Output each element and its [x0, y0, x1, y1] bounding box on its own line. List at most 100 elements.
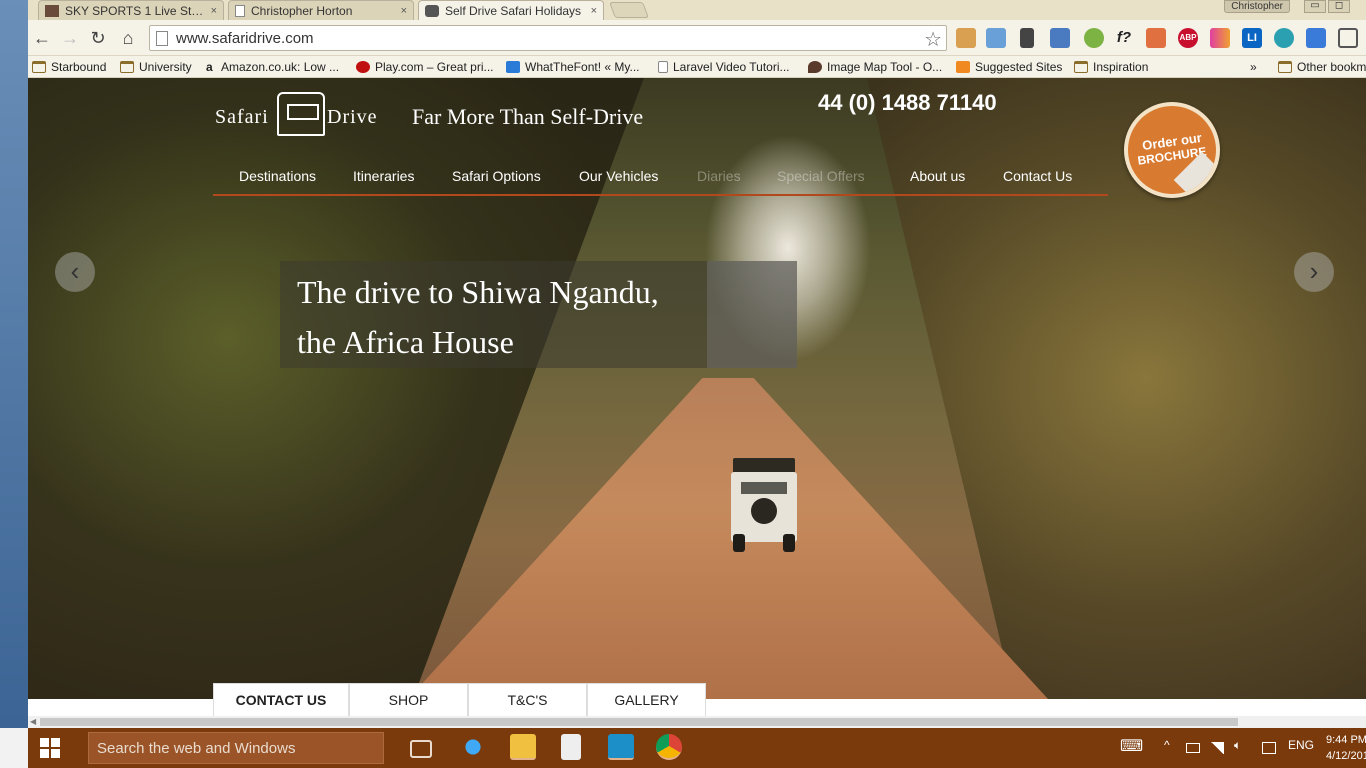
site-tagline: Far More Than Self-Drive [412, 104, 644, 129]
footer-tab-shop[interactable]: SHOP [349, 683, 468, 716]
more-bookmarks-button[interactable]: » [1250, 59, 1257, 75]
bookmark-laravel[interactable]: Laravel Video Tutori... [658, 59, 790, 75]
action-center-icon[interactable] [1262, 742, 1276, 754]
windows-logo-icon [40, 738, 49, 747]
main-navigation: Destinations Itineraries Safari Options … [213, 162, 1108, 196]
tab-safari-drive[interactable]: Self Drive Safari Holidays × [418, 0, 604, 20]
home-button[interactable]: ⌂ [116, 26, 140, 50]
slider-next-button[interactable]: › [1294, 252, 1334, 292]
folder-icon [120, 61, 134, 73]
file-explorer-icon[interactable] [510, 734, 536, 760]
whatfont-icon[interactable]: f? [1114, 28, 1134, 48]
caption-shade [707, 261, 797, 368]
nav-about-us[interactable]: About us [910, 168, 965, 184]
safari-drive-favicon-icon [425, 4, 439, 17]
phone-number[interactable]: 44 (0) 1488 71140 [818, 90, 997, 116]
nav-destinations[interactable]: Destinations [239, 168, 316, 184]
language-indicator[interactable]: ENG [1288, 738, 1314, 752]
scroll-left-icon[interactable]: ◀ [30, 717, 36, 726]
android-icon[interactable] [1084, 28, 1104, 48]
new-tab-button[interactable] [609, 2, 649, 18]
folder-icon [32, 61, 46, 73]
show-hidden-icons-chevron-icon[interactable]: ^ [1164, 738, 1170, 752]
window-icon[interactable] [1050, 28, 1070, 48]
taskbar-clock[interactable]: 9:44 PM 4/12/2015 [1326, 732, 1366, 764]
address-bar[interactable]: www.safaridrive.com ☆ [149, 25, 947, 51]
bookmark-suggested-sites[interactable]: Suggested Sites [956, 59, 1062, 75]
nav-our-vehicles[interactable]: Our Vehicles [579, 168, 658, 184]
touch-keyboard-icon[interactable]: ⌨ [1120, 736, 1143, 756]
hero-slider: Safari Drive Far More Than Self-Drive 44… [28, 78, 1366, 699]
site-logo[interactable]: Safari Drive [215, 90, 385, 140]
scrollbar-thumb[interactable] [40, 718, 1238, 726]
close-tab-icon[interactable]: × [401, 5, 407, 17]
forward-button[interactable]: → [58, 26, 82, 50]
bookmark-label: Image Map Tool - O... [827, 60, 943, 74]
back-button[interactable]: ← [30, 26, 54, 50]
bookmark-label: Starbound [51, 60, 107, 74]
tab-title: SKY SPORTS 1 Live Stream [65, 3, 205, 18]
bookmark-starbound[interactable]: Starbound [32, 59, 106, 75]
pocket-icon[interactable] [1146, 28, 1166, 48]
tab-sky-sports[interactable]: SKY SPORTS 1 Live Stream × [38, 0, 224, 20]
network-icon[interactable] [1210, 742, 1224, 754]
adblock-icon[interactable]: ABP [1178, 28, 1198, 48]
app-icon[interactable] [608, 734, 634, 760]
restore-button[interactable]: ◻ [1328, 0, 1350, 13]
start-button[interactable] [40, 738, 60, 758]
colorzilla-icon[interactable] [1210, 28, 1230, 48]
order-brochure-badge[interactable]: Order our BROCHURE [1124, 102, 1220, 198]
battery-icon[interactable] [1186, 743, 1200, 753]
page-icon [156, 30, 168, 46]
nav-special-offers[interactable]: Special Offers [777, 168, 865, 184]
page-favicon-icon [235, 4, 245, 17]
footer-tab-tcs[interactable]: T&C'S [468, 683, 587, 716]
nav-itineraries[interactable]: Itineraries [353, 168, 414, 184]
nav-safari-options[interactable]: Safari Options [452, 168, 541, 184]
bookmark-amazon[interactable]: a Amazon.co.uk: Low ... [206, 59, 339, 75]
bookmark-whatthefont[interactable]: WhatTheFont! « My... [506, 59, 639, 75]
linkedin-icon[interactable]: LI [1242, 28, 1262, 48]
volume-icon[interactable]: 🔈︎ [1234, 738, 1241, 753]
chrome-icon[interactable] [656, 734, 682, 760]
bookmark-image-map-tool[interactable]: Image Map Tool - O... [808, 59, 942, 75]
taskbar-search[interactable]: Search the web and Windows [88, 732, 384, 764]
close-tab-icon[interactable]: × [211, 5, 217, 17]
bookmark-inspiration[interactable]: Inspiration [1074, 59, 1148, 75]
caption-text: The drive to Shiwa Ngandu, the Africa Ho… [297, 267, 659, 367]
nav-diaries[interactable]: Diaries [697, 168, 741, 184]
slider-prev-button[interactable]: ‹ [55, 252, 95, 292]
eyedropper-icon[interactable] [1020, 28, 1034, 48]
logo-word-safari: Safari [215, 106, 269, 128]
bookmark-label: Play.com – Great pri... [375, 60, 494, 74]
layout-icon[interactable] [1306, 28, 1326, 48]
caption-line2: the Africa House [297, 324, 514, 360]
profile-button[interactable]: Christopher [1224, 0, 1290, 13]
bookmark-label: WhatTheFont! « My... [525, 60, 640, 74]
hero-photo-vehicle [731, 458, 797, 554]
bookmark-university[interactable]: University [120, 59, 192, 75]
footer-tab-gallery[interactable]: GALLERY [587, 683, 706, 716]
minimize-button[interactable]: ▭ [1304, 0, 1326, 13]
close-tab-icon[interactable]: × [591, 5, 597, 17]
horizontal-scrollbar[interactable]: ◀ [28, 716, 1366, 728]
other-bookmarks[interactable]: Other bookm [1278, 59, 1366, 75]
task-view-icon[interactable] [410, 740, 432, 758]
cloud-icon[interactable] [1274, 28, 1294, 48]
store-icon[interactable] [561, 734, 581, 760]
nav-contact-us[interactable]: Contact Us [1003, 168, 1072, 184]
bookmark-label: Inspiration [1093, 60, 1149, 74]
desktop-background [0, 0, 28, 728]
screenshot-icon[interactable] [986, 28, 1006, 48]
bookmark-label: Laravel Video Tutori... [673, 60, 790, 74]
footer-tab-contact-us[interactable]: CONTACT US [213, 683, 349, 716]
bookmark-star-icon[interactable]: ☆ [924, 27, 942, 52]
reload-button[interactable]: ↻ [86, 26, 110, 50]
folder-icon [1074, 61, 1088, 73]
internet-explorer-icon[interactable] [460, 734, 486, 760]
suggested-sites-icon [956, 61, 970, 73]
bookmark-play[interactable]: Play.com – Great pri... [356, 59, 493, 75]
tab-christopher-horton[interactable]: Christopher Horton × [228, 0, 414, 20]
crop-icon[interactable] [1338, 28, 1358, 48]
flag-icon[interactable] [956, 28, 976, 48]
